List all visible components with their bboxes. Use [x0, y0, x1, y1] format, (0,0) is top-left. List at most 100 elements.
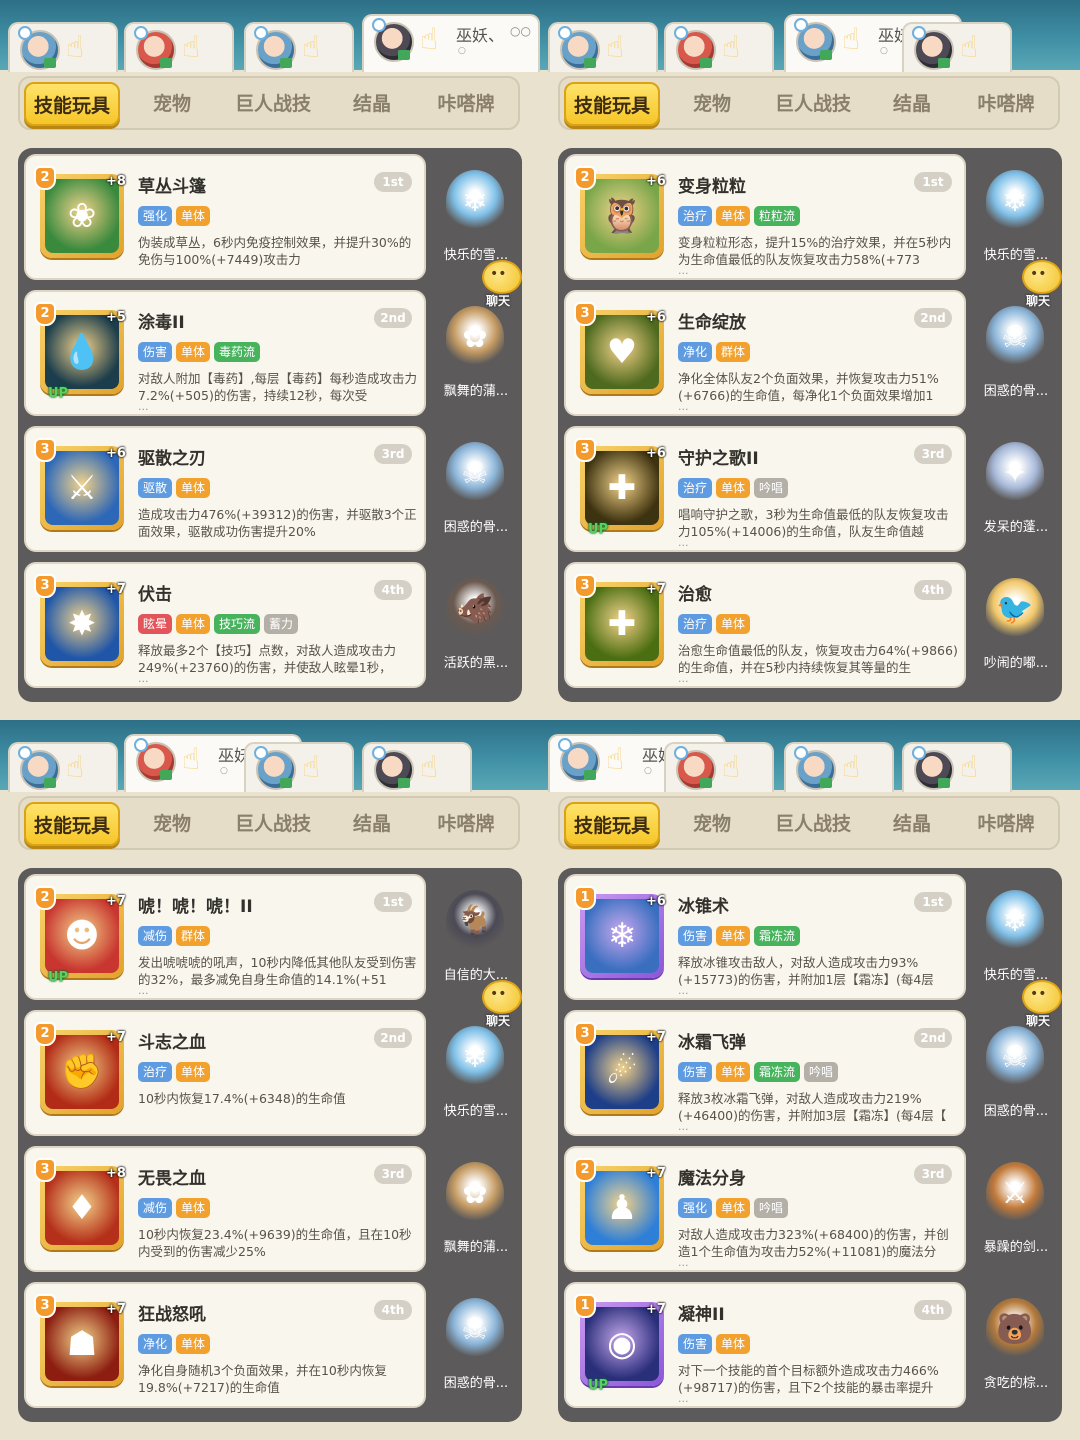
chat-status-icon	[584, 58, 596, 68]
skill-description: 对下一个技能的首个目标额外造成攻击力466%(+98717)的伤害，且下2个技能…	[678, 1363, 939, 1395]
tab-click-cards[interactable]: 咔嗒牌	[954, 82, 1058, 126]
skill-card[interactable]: ♥ 3 +6 生命绽放 2nd 净化 群体 净化全体队友2个负面效果，并恢复攻击力51%(+6…	[564, 290, 966, 416]
skill-card[interactable]: ❄ 1 +6 冰锥术 1st 伤害 单体 霜冻流 释放冰锥攻击敌人，对敌人造成攻击力93%(+1…	[564, 874, 966, 1000]
player-tab[interactable]: ☝	[244, 22, 354, 72]
skill-list-panel: 🦉 2 +6 变身粒粒 1st 治疗 单体 粒粒流 变身粒粒形态，提升15%的治疗效果，并在5秒…	[558, 148, 1062, 702]
tab-pets[interactable]: 宠物	[130, 82, 214, 126]
tab-crystals[interactable]: 结晶	[872, 802, 952, 846]
skill-card[interactable]: ☄ 3 +7 冰霜飞弹 2nd 伤害 单体 霜冻流 吟唱 释放3枚冰霜飞弹，对敌人造成攻击力219…	[564, 1010, 966, 1136]
skill-card[interactable]: ☻ 2 +7 UP 唬！唬！唬！II 1st 减伤 群体 发出唬唬唬的吼声，10秒内降低其他队友…	[24, 874, 426, 1000]
tab-pets[interactable]: 宠物	[670, 82, 754, 126]
chat-status-icon	[160, 770, 172, 780]
skill-upgrade-count: +6	[646, 894, 666, 909]
player-tab[interactable]: ☝	[902, 22, 1012, 72]
pet-slot[interactable]: 🐦 吵闹的嘟...	[972, 562, 1058, 688]
tab-pets[interactable]: 宠物	[130, 802, 214, 846]
skill-description: 造成攻击力476%(+39312)的伤害，并驱散3个正面效果，驱散成功伤害提升2…	[138, 507, 417, 539]
pet-slot[interactable]: 🐻 贪吃的棕...	[972, 1282, 1058, 1408]
player-tab[interactable]: ☝	[784, 742, 894, 792]
player-tab[interactable]: ☝	[124, 22, 234, 72]
tab-pets[interactable]: 宠物	[670, 802, 754, 846]
skill-card[interactable]: ❀ 2 +8 草丛斗篷 1st 强化 单体 伪装成草丛，6秒内免疫控制效果，并提升30%的免伤…	[24, 154, 426, 280]
tab-click-cards[interactable]: 咔嗒牌	[414, 82, 518, 126]
player-tab[interactable]: ☝	[664, 22, 774, 72]
chat-status-icon	[280, 58, 292, 68]
screen-panel: ☝巫妖、○○○☝☝☝技能玩具宠物巨人战技结晶咔嗒牌❄1+6冰锥术1st伤害单体霜…	[540, 720, 1080, 1440]
more-indicator: ...	[138, 672, 149, 685]
skill-card[interactable]: ◉ 1 +7 UP 凝神II 4th 伤害 单体 对下一个技能的首个目标额外造成攻击力466%(…	[564, 1282, 966, 1408]
player-name: 巫妖、	[456, 26, 505, 45]
tab-giant-skills[interactable]: 巨人战技	[216, 802, 330, 846]
pet-slot[interactable]: ⚔ 暴躁的剑...	[972, 1146, 1058, 1272]
skill-card[interactable]: 💧 2 +5 UP 涂毒II 2nd 伤害 单体 毒药流 对敌人附加【毒药】,每层【毒药】每秒造成…	[24, 290, 426, 416]
screen-panel: ☝☝巫妖、○○○☝☝技能玩具宠物巨人战技结晶咔嗒牌☻2+7UP唬！唬！唬！II1…	[0, 720, 540, 1440]
sword-icon: ⚔	[45, 451, 119, 525]
skill-card[interactable]: ✚ 3 +7 治愈 4th 治疗 单体 治愈生命值最低的队友，恢复攻击力64%(+9866)的…	[564, 562, 966, 688]
chat-button[interactable]: •• 聊天	[472, 260, 532, 314]
player-tab[interactable]: ☝	[664, 742, 774, 792]
tab-click-cards[interactable]: 咔嗒牌	[414, 802, 518, 846]
player-tab[interactable]: ☝	[244, 742, 354, 792]
tab-giant-skills[interactable]: 巨人战技	[216, 82, 330, 126]
tab-click-cards[interactable]: 咔嗒牌	[954, 802, 1058, 846]
pet-slot[interactable]: ✿ 飘舞的蒲...	[432, 1146, 518, 1272]
pet-portrait: ✿	[446, 306, 504, 368]
more-indicator: ...	[678, 984, 689, 997]
tab-skill-toys[interactable]: 技能玩具	[24, 82, 120, 126]
player-tab[interactable]: ☝巫妖、○○○	[362, 14, 540, 72]
player-tab[interactable]: ☝	[362, 742, 472, 792]
more-indicator: ...	[138, 984, 149, 997]
skill-tags: 伤害 单体 霜冻流 吟唱	[678, 1062, 839, 1082]
skill-card[interactable]: ☗ 3 +7 狂战怒吼 4th 净化 单体 净化自身随机3个负面效果，并在10秒内恢复19.8…	[24, 1282, 426, 1408]
rank-badge: 4th	[374, 1300, 412, 1320]
tab-skill-toys[interactable]: 技能玩具	[564, 82, 660, 126]
screen-panel: ☝ ☝ ☝ ☝ 巫妖、 ○○ ○ 技能玩具 宠物 巨人战技 结晶 咔嗒牌 ❀ 2 +8 草丛斗篷 1st 强化 单体…	[0, 0, 540, 720]
class-badge-icon	[254, 26, 268, 40]
skill-card[interactable]: ♟ 2 +7 魔法分身 3rd 强化 单体 吟唱 对敌人造成攻击力323%(+68400)的伤害…	[564, 1146, 966, 1272]
player-tab[interactable]: ☝	[8, 742, 118, 792]
skill-tag: 吟唱	[754, 1198, 789, 1218]
pet-slot[interactable]: ☠ 困惑的骨...	[432, 426, 518, 552]
more-indicator: ...	[678, 1256, 689, 1269]
skill-card[interactable]: ⚔ 3 +6 驱散之刃 3rd 驱散 单体 造成攻击力476%(+39312)的伤害，并驱散3…	[24, 426, 426, 552]
rank-badge: 3rd	[914, 444, 952, 464]
chat-button[interactable]: •• 聊天	[1012, 980, 1072, 1034]
skill-tags: 减伤 单体	[138, 1198, 211, 1218]
skill-upgrade-count: +8	[106, 1166, 126, 1181]
skill-level-badge: 1	[574, 886, 596, 910]
tab-skill-toys[interactable]: 技能玩具	[24, 802, 120, 846]
tab-crystals[interactable]: 结晶	[872, 82, 952, 126]
player-tab[interactable]: ☝	[548, 22, 658, 72]
chat-status-icon	[820, 50, 832, 60]
heal-icon: ✚	[585, 587, 659, 661]
tab-giant-skills[interactable]: 巨人战技	[756, 802, 870, 846]
chat-button[interactable]: •• 聊天	[1012, 260, 1072, 314]
skill-card[interactable]: ✸ 3 +7 伏击 4th 眩晕 单体 技巧流 蓄力 释放最多2个【技巧】点数，对敌人造成攻击力2…	[24, 562, 426, 688]
more-indicator: ...	[138, 400, 149, 413]
tab-giant-skills[interactable]: 巨人战技	[756, 82, 870, 126]
pet-slot[interactable]: ☠ 困惑的骨...	[432, 1282, 518, 1408]
skill-upgrade-count: +7	[106, 894, 126, 909]
tab-crystals[interactable]: 结晶	[332, 802, 412, 846]
class-badge-icon	[912, 26, 926, 40]
tab-crystals[interactable]: 结晶	[332, 82, 412, 126]
skill-description: 发出唬唬唬的吼声，10秒内降低其他队友受到伤害的32%，最多减免自身生命值的14…	[138, 955, 417, 987]
skill-level-badge: 3	[574, 438, 596, 462]
player-tab[interactable]: ☝	[8, 22, 118, 72]
chat-button[interactable]: •• 聊天	[472, 980, 532, 1034]
pet-slot[interactable]: ✦ 发呆的蓬...	[972, 426, 1058, 552]
skill-tag: 伤害	[678, 1334, 713, 1354]
player-tab[interactable]: ☝	[902, 742, 1012, 792]
skill-card[interactable]: 🦉 2 +6 变身粒粒 1st 治疗 单体 粒粒流 变身粒粒形态，提升15%的治疗效果，并在5秒…	[564, 154, 966, 280]
skill-card[interactable]: ✚ 3 +6 UP 守护之歌II 3rd 治疗 单体 吟唱 唱响守护之歌，3秒为生命值最低的队友恢…	[564, 426, 966, 552]
pet-slot[interactable]: 🐗 活跃的黑...	[432, 562, 518, 688]
skill-description: 10秒内恢复17.4%(+6348)的生命值	[138, 1091, 346, 1106]
skill-card[interactable]: ✊ 2 +7 斗志之血 2nd 治疗 单体 10秒内恢复17.4%(+6348)的生命值	[24, 1010, 426, 1136]
hand-pointer-icon: ☝	[606, 30, 625, 65]
rank-badge: 1st	[374, 892, 412, 912]
skill-tag: 单体	[716, 206, 751, 226]
skill-tag: 群体	[716, 342, 751, 362]
skill-card[interactable]: ♦ 3 +8 无畏之血 3rd 减伤 单体 10秒内恢复23.4%(+9639)的生命值，且在…	[24, 1146, 426, 1272]
tab-skill-toys[interactable]: 技能玩具	[564, 802, 660, 846]
skill-description: 对敌人造成攻击力323%(+68400)的伤害，并创造1个生命值为攻击力52%(…	[678, 1227, 949, 1259]
